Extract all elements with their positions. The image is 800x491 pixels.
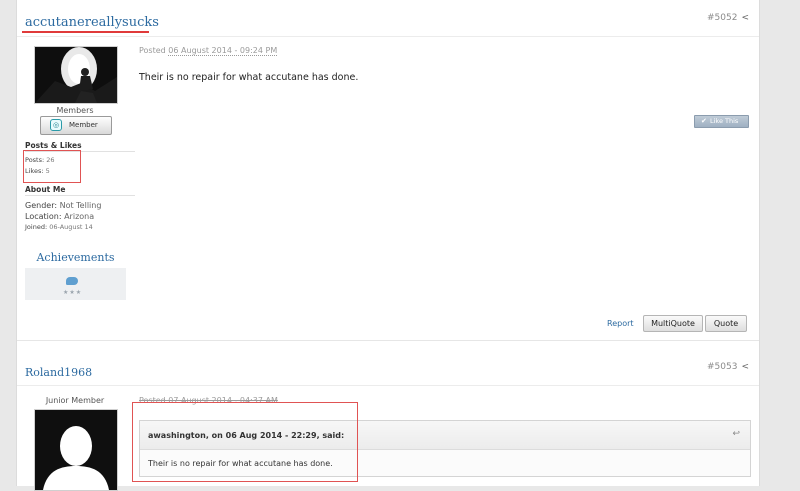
share-icon[interactable]: < [741, 13, 749, 23]
posts-likes-heading: Posts & Likes [25, 141, 82, 150]
author-name-link[interactable]: accutanereallysucks [25, 15, 159, 30]
posted-date: Posted 06 August 2014 - 09:24 PM [139, 46, 278, 56]
member-badge: ◎ Member [40, 116, 112, 135]
shield-icon: ◎ [50, 119, 62, 131]
about-me-heading: About Me [25, 185, 66, 194]
member-badge-label: Member [69, 121, 98, 129]
divider [25, 195, 135, 196]
avatar[interactable] [34, 409, 118, 491]
highlight-box [23, 150, 81, 183]
rating-stars-icon: ★★★ [63, 289, 83, 296]
view-post-icon[interactable]: ↩ [732, 429, 740, 439]
gender-value: Not Telling [59, 201, 102, 210]
member-group: Junior Member [45, 396, 105, 405]
location-field: Location: Arizona [25, 212, 94, 221]
joined-field: Joined: 06-August 14 [25, 223, 93, 231]
gender-field: Gender: Not Telling [25, 201, 101, 210]
default-avatar-icon [35, 410, 117, 490]
check-icon: ✔ [701, 117, 707, 125]
report-link[interactable]: Report [607, 319, 634, 328]
like-button-label: Like This [710, 117, 739, 125]
divider [17, 385, 759, 386]
post-5053: Roland1968 #5053 < Junior Member Posted 0… [17, 341, 759, 491]
divider [17, 36, 759, 37]
highlight-box [132, 402, 358, 482]
chat-bubble-icon [66, 277, 78, 285]
author-name-link[interactable]: Roland1968 [25, 366, 92, 379]
multiquote-button[interactable]: MultiQuote [643, 315, 703, 332]
post-number-label[interactable]: #5052 [707, 13, 737, 23]
quote-button[interactable]: Quote [705, 315, 747, 332]
avatar-image [35, 47, 117, 103]
share-icon[interactable]: < [741, 362, 749, 372]
location-value: Arizona [64, 212, 95, 221]
highlight-underline [22, 31, 149, 33]
post-5052: accutanereallysucks #5052 < Members ◎ Mem… [17, 0, 759, 341]
achievements-title[interactable]: Achievements [25, 251, 126, 264]
avatar[interactable] [34, 46, 118, 104]
forum-page: accutanereallysucks #5052 < Members ◎ Mem… [16, 0, 760, 491]
joined-label: Joined: [25, 223, 48, 231]
posted-date-value: 06 August 2014 - 09:24 PM [168, 46, 278, 56]
post-number[interactable]: #5053 < [707, 362, 749, 372]
posted-prefix: Posted [139, 46, 166, 55]
joined-value: 06-August 14 [49, 223, 93, 231]
achievements-box[interactable]: ★★★ [25, 268, 126, 300]
member-group: Members [56, 106, 94, 115]
post-number[interactable]: #5052 < [707, 13, 749, 23]
post-number-label[interactable]: #5053 [707, 362, 737, 372]
gender-label: Gender: [25, 201, 58, 210]
like-button[interactable]: ✔ Like This [694, 115, 749, 128]
post-body: Their is no repair for what accutane has… [139, 72, 359, 83]
location-label: Location: [25, 212, 62, 221]
